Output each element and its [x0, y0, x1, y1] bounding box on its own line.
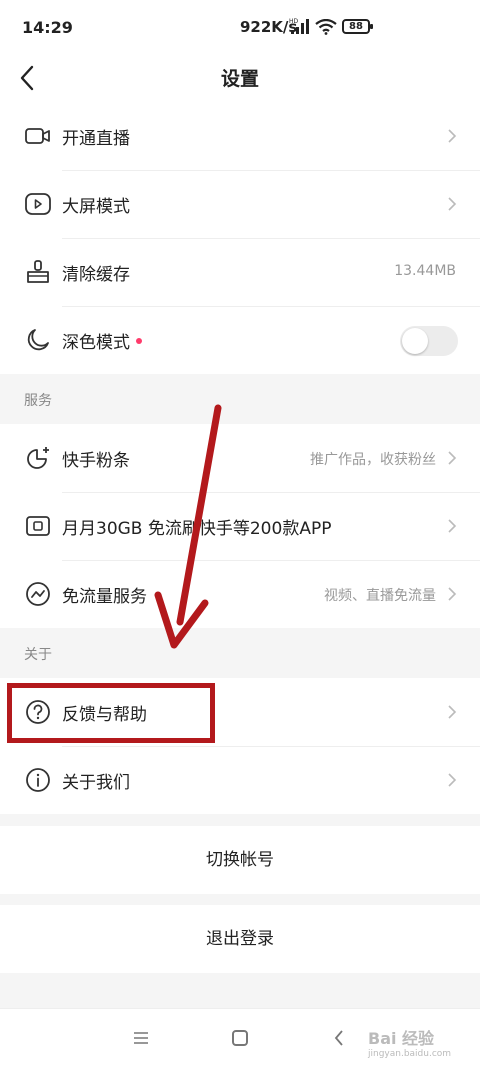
row-dark-mode: 深色模式 — [0, 306, 480, 374]
signal-icon: HD — [289, 18, 309, 34]
chevron-right-icon — [448, 773, 457, 787]
trend-icon — [26, 582, 50, 606]
page-title: 设置 — [220, 68, 259, 90]
play-screen-icon — [25, 193, 51, 215]
row-label: 快手粉条 — [62, 451, 130, 471]
switch-account-button[interactable]: 切换帐号 — [0, 826, 480, 894]
wifi-icon — [315, 19, 337, 35]
row-label: 大屏模式 — [62, 197, 130, 217]
row-hint: 推广作品，收获粉丝 — [310, 452, 436, 468]
settings-group-general: 开通直播 大屏模式 清除缓存 13.44MB 深色模式 — [0, 102, 480, 374]
home-icon[interactable] — [232, 1030, 248, 1046]
row-label: 深色模式 — [62, 328, 142, 353]
row-fans-boost[interactable]: 快手粉条 推广作品，收获粉丝 — [0, 424, 480, 492]
row-about-us[interactable]: 关于我们 — [0, 746, 480, 814]
top-nav: 设置 — [0, 56, 480, 102]
menu-icon[interactable] — [133, 1031, 149, 1045]
chevron-right-icon — [448, 519, 457, 533]
camera-icon — [25, 128, 50, 144]
chevron-right-icon — [448, 705, 457, 719]
row-label: 月月30GB 免流刷快手等200款APP — [62, 519, 332, 539]
row-data-package[interactable]: 月月30GB 免流刷快手等200款APP — [0, 492, 480, 560]
row-hint: 视频、直播免流量 — [324, 588, 436, 604]
sim-card-icon — [26, 516, 50, 536]
row-label: 免流量服务 — [62, 587, 147, 607]
logout-button[interactable]: 退出登录 — [0, 905, 480, 973]
system-nav-bar: Bai 经验 jingyan.baidu.com — [0, 1008, 480, 1068]
toggle-knob — [402, 328, 428, 354]
section-header-about: 关于 — [24, 647, 52, 663]
row-bigscreen[interactable]: 大屏模式 — [0, 170, 480, 238]
chevron-right-icon — [448, 451, 457, 465]
settings-group-services: 快手粉条 推广作品，收获粉丝 月月30GB 免流刷快手等200款APP 免流量服… — [0, 424, 480, 628]
row-free-data[interactable]: 免流量服务 视频、直播免流量 — [0, 560, 480, 628]
row-label: 清除缓存 — [62, 265, 130, 285]
row-live[interactable]: 开通直播 — [0, 102, 480, 170]
status-bar: 14:29 922K/s HD 88 — [0, 0, 480, 56]
status-time: 14:29 — [22, 18, 73, 37]
highlight-box — [7, 683, 215, 743]
row-clear-cache[interactable]: 清除缓存 13.44MB — [0, 238, 480, 306]
boost-icon — [27, 447, 49, 469]
battery-icon: 88 — [342, 19, 373, 34]
new-dot — [136, 338, 142, 344]
moon-icon — [27, 329, 49, 351]
info-icon — [26, 768, 50, 792]
row-label: 关于我们 — [62, 773, 130, 793]
section-header-services: 服务 — [24, 393, 52, 409]
chevron-right-icon — [448, 197, 457, 211]
broom-icon — [27, 260, 49, 283]
system-back-icon[interactable] — [333, 1029, 345, 1047]
chevron-right-icon — [448, 129, 457, 143]
chevron-right-icon — [448, 587, 457, 601]
cache-size: 13.44MB — [394, 263, 456, 279]
row-label: 开通直播 — [62, 129, 130, 149]
svg-text:HD: HD — [289, 18, 299, 25]
baidu-watermark: Bai 经验 jingyan.baidu.com — [368, 1029, 452, 1059]
dark-mode-toggle[interactable] — [400, 326, 458, 356]
